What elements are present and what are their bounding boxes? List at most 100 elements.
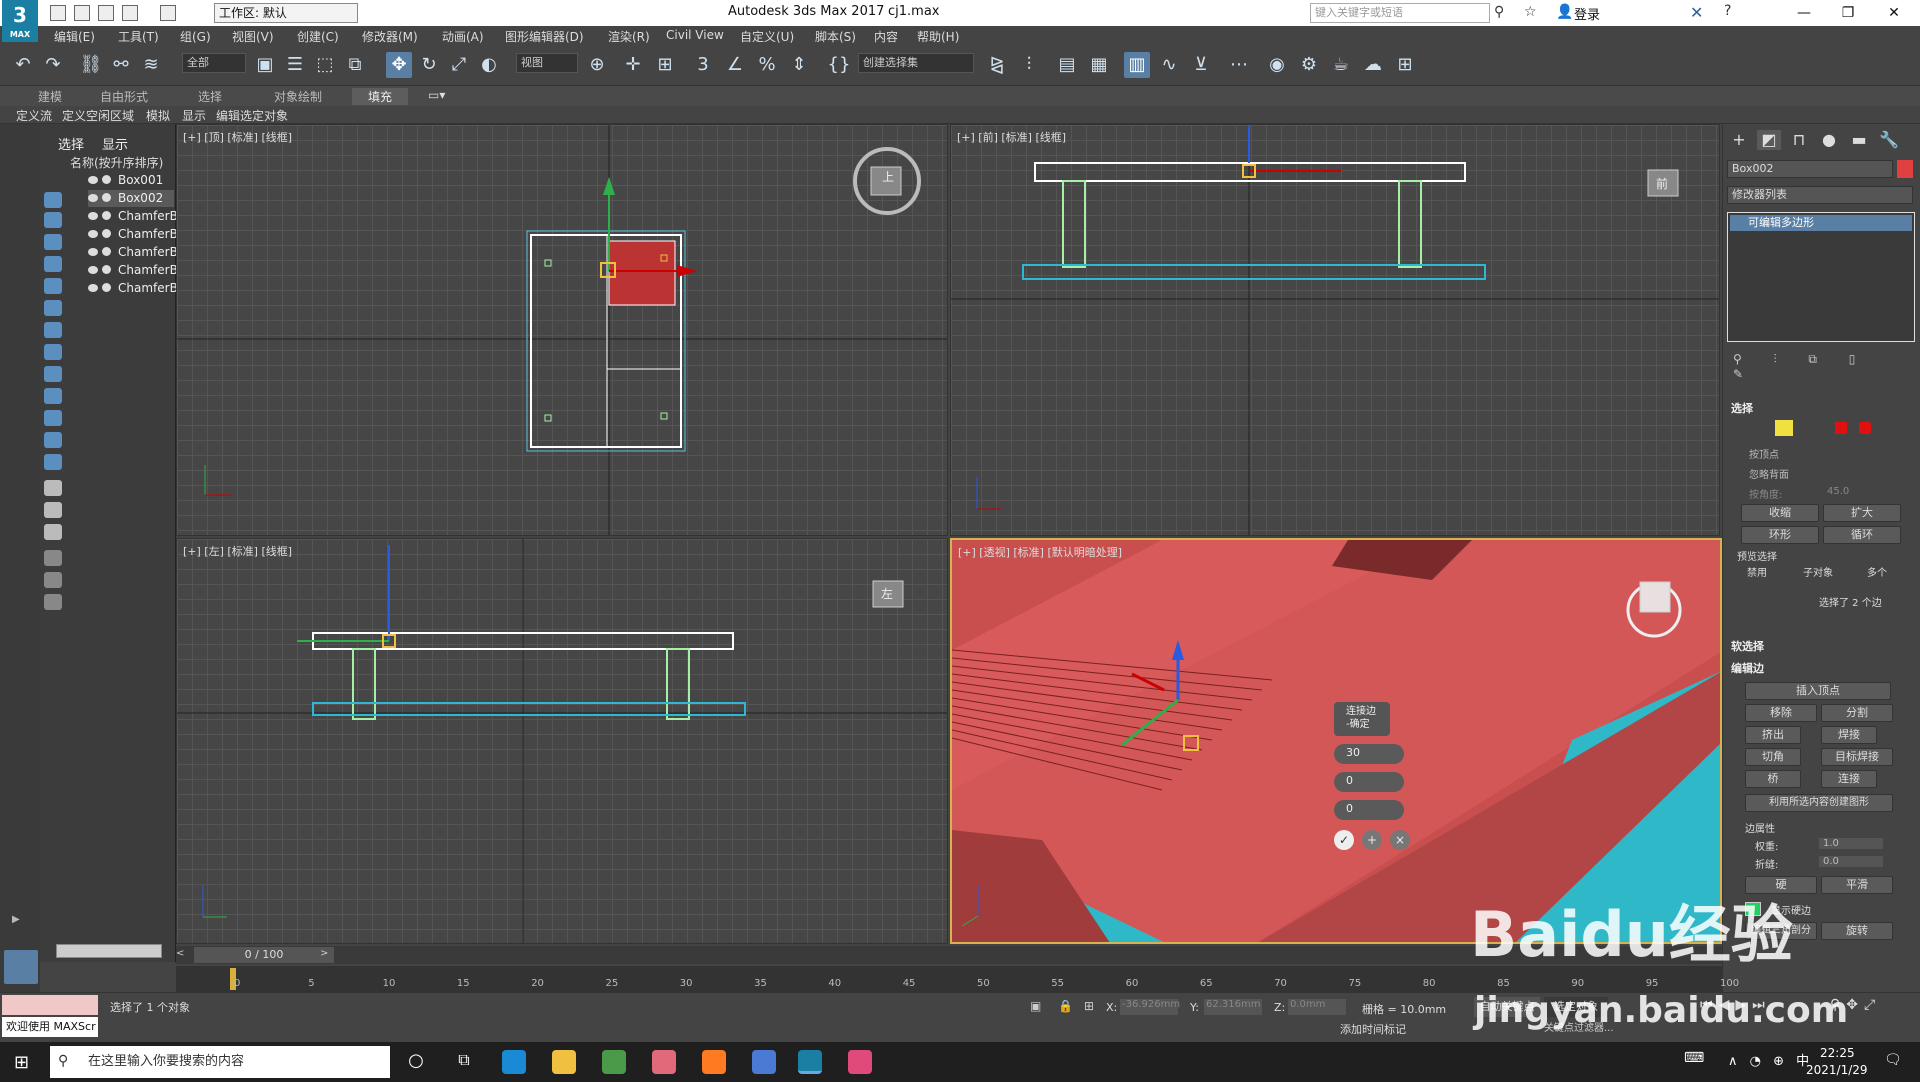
- display-hidden-icon[interactable]: [44, 454, 62, 470]
- bind-space-warp-icon[interactable]: ≋: [138, 52, 164, 78]
- element-mode-icon[interactable]: [1859, 422, 1871, 434]
- percent-snap-icon[interactable]: %: [754, 52, 780, 78]
- display-lights-icon[interactable]: [44, 256, 62, 272]
- remove-button[interactable]: 移除: [1745, 704, 1817, 722]
- ribbon-tab-modeling[interactable]: 建模: [38, 88, 62, 105]
- notification-icon[interactable]: 🗨: [1884, 1052, 1902, 1068]
- ignore-backface-checkbox[interactable]: 忽略背面: [1749, 466, 1789, 481]
- place-icon[interactable]: ◐: [476, 52, 502, 78]
- time-prev-icon[interactable]: <: [176, 948, 188, 962]
- create-tab-icon[interactable]: +: [1727, 130, 1751, 150]
- simulate-button[interactable]: 模拟: [146, 107, 170, 124]
- rotate-icon[interactable]: ↻: [416, 52, 442, 78]
- redo-tool-icon[interactable]: ↷: [40, 52, 66, 78]
- ime-icon[interactable]: ⌨: [1684, 1050, 1704, 1066]
- windows-start-icon[interactable]: ⊞: [14, 1052, 34, 1073]
- modifier-list-dropdown[interactable]: 修改器列表: [1727, 186, 1913, 204]
- polygon-mode-icon[interactable]: [1835, 422, 1847, 434]
- app-icon-1[interactable]: [602, 1050, 626, 1074]
- viewport-left[interactable]: [+] [左] [标准] [线框] 左: [176, 538, 948, 944]
- angle-value[interactable]: 45.0: [1827, 486, 1849, 497]
- edit-selected-button[interactable]: 编辑选定对象: [216, 107, 288, 124]
- workspace-dropdown[interactable]: 工作区: 默认: [214, 3, 358, 23]
- render-setup-icon[interactable]: ⚙: [1296, 52, 1322, 78]
- create-shape-button[interactable]: 利用所选内容创建图形: [1745, 794, 1893, 812]
- by-vertex-checkbox[interactable]: 按顶点: [1749, 446, 1779, 461]
- eye-icon[interactable]: [88, 248, 98, 256]
- app-logo[interactable]: 3 MAX: [2, 0, 38, 42]
- snap-3d-icon[interactable]: 3: [690, 52, 716, 78]
- ribbon-tab-freeform[interactable]: 自由形式: [100, 88, 148, 105]
- freeze-icon[interactable]: [102, 229, 111, 238]
- tray-icons[interactable]: ∧ ◔ ⊕ 中: [1728, 1050, 1813, 1069]
- funnel-icon[interactable]: [44, 572, 62, 588]
- stack-item-editable-poly[interactable]: 可编辑多边形: [1730, 215, 1912, 231]
- select-manipulate-icon[interactable]: ✛: [620, 52, 646, 78]
- angle-snap-icon[interactable]: ∠: [722, 52, 748, 78]
- explorer-row[interactable]: ChamferB: [88, 244, 178, 261]
- taskbar-search-input[interactable]: 在这里输入你要搜索的内容: [50, 1046, 390, 1078]
- menu-tools[interactable]: 工具(T): [118, 28, 159, 45]
- explorer-row[interactable]: ChamferB: [88, 226, 178, 243]
- menu-content[interactable]: 内容: [874, 28, 898, 45]
- expand-arrow-icon[interactable]: ▶: [12, 914, 20, 925]
- menu-view[interactable]: 视图(V): [232, 28, 274, 45]
- turn-button[interactable]: 旋转: [1821, 922, 1893, 940]
- render-production-icon[interactable]: ☁: [1360, 52, 1386, 78]
- display-helpers-icon[interactable]: [44, 300, 62, 316]
- display-invert-icon[interactable]: [44, 524, 62, 540]
- unlink-icon[interactable]: ⚯: [108, 52, 134, 78]
- firefox-icon[interactable]: [702, 1050, 726, 1074]
- menu-scripting[interactable]: 脚本(S): [815, 28, 856, 45]
- object-color-swatch[interactable]: [1897, 160, 1913, 178]
- add-time-tag-button[interactable]: 添加时间标记: [1340, 1021, 1406, 1037]
- viewport-top-label[interactable]: [+] [顶] [标准] [线框]: [183, 129, 292, 145]
- preview-disable-radio[interactable]: 禁用: [1747, 564, 1767, 579]
- viewcube-front-label[interactable]: 前: [1656, 175, 1668, 192]
- eye-icon[interactable]: [88, 194, 98, 202]
- utilities-tab-icon[interactable]: 🔧: [1877, 130, 1901, 150]
- autodesk-x-icon[interactable]: ✕: [1690, 3, 1703, 22]
- binoculars-icon[interactable]: ⚲: [1494, 4, 1504, 20]
- link-icon[interactable]: ⛓: [78, 52, 104, 78]
- viewport-layout-icon[interactable]: [4, 950, 38, 984]
- menu-modifiers[interactable]: 修改器(M): [362, 28, 418, 45]
- smooth-button[interactable]: 平滑: [1821, 876, 1893, 894]
- modify-tab-icon[interactable]: ◩: [1757, 130, 1781, 150]
- ribbon-tab-populate[interactable]: 填充: [352, 88, 409, 105]
- preview-multi-radio[interactable]: 多个: [1867, 564, 1887, 579]
- menu-edit[interactable]: 编辑(E): [54, 28, 95, 45]
- mirror-icon[interactable]: ⧎: [984, 52, 1010, 78]
- insert-vertex-button[interactable]: 插入顶点: [1745, 682, 1891, 700]
- scene-explorer-icon[interactable]: ▥: [1124, 52, 1150, 78]
- named-selection-dropdown[interactable]: 创建选择集: [858, 53, 974, 73]
- split-button[interactable]: 分割: [1821, 704, 1893, 722]
- selection-rollout-title[interactable]: 选择: [1731, 400, 1753, 416]
- explorer-sort-header[interactable]: 名称(按升序排序): [70, 154, 163, 171]
- ok-icon[interactable]: ✓: [1334, 830, 1354, 850]
- cortana-icon[interactable]: ○: [404, 1050, 428, 1074]
- crease-spinner[interactable]: 0.0: [1819, 856, 1883, 867]
- eye-icon[interactable]: [88, 176, 98, 184]
- viewport-left-label[interactable]: [+] [左] [标准] [线框]: [183, 543, 292, 559]
- edit-named-selection-icon[interactable]: {}: [826, 52, 852, 78]
- display-all-icon[interactable]: [44, 480, 62, 496]
- viewport-front-label[interactable]: [+] [前] [标准] [线框]: [957, 129, 1066, 145]
- z-coordinate-field[interactable]: 0.0mm: [1288, 999, 1346, 1015]
- hierarchy-tab-icon[interactable]: ⊓: [1787, 130, 1811, 150]
- menu-create[interactable]: 创建(C): [297, 28, 339, 45]
- freeze-icon[interactable]: [102, 193, 111, 202]
- layer-explorer-icon[interactable]: ▤: [1054, 52, 1080, 78]
- motion-tab-icon[interactable]: ●: [1817, 130, 1841, 150]
- freeze-icon[interactable]: [102, 247, 111, 256]
- segments-field[interactable]: 30: [1334, 744, 1404, 764]
- viewport-top[interactable]: [+] [顶] [标准] [线框] 上: [176, 124, 948, 536]
- material-editor-icon[interactable]: ◉: [1264, 52, 1290, 78]
- align-icon[interactable]: ⫶: [1016, 52, 1042, 78]
- eye-icon[interactable]: [88, 266, 98, 274]
- maxscript-welcome[interactable]: 欢迎使用 MAXScr: [2, 1017, 98, 1037]
- explorer-row[interactable]: Box002: [88, 190, 174, 207]
- slide-field[interactable]: 0: [1334, 800, 1404, 820]
- app-icon-2[interactable]: [652, 1050, 676, 1074]
- select-object-icon[interactable]: ▣: [252, 52, 278, 78]
